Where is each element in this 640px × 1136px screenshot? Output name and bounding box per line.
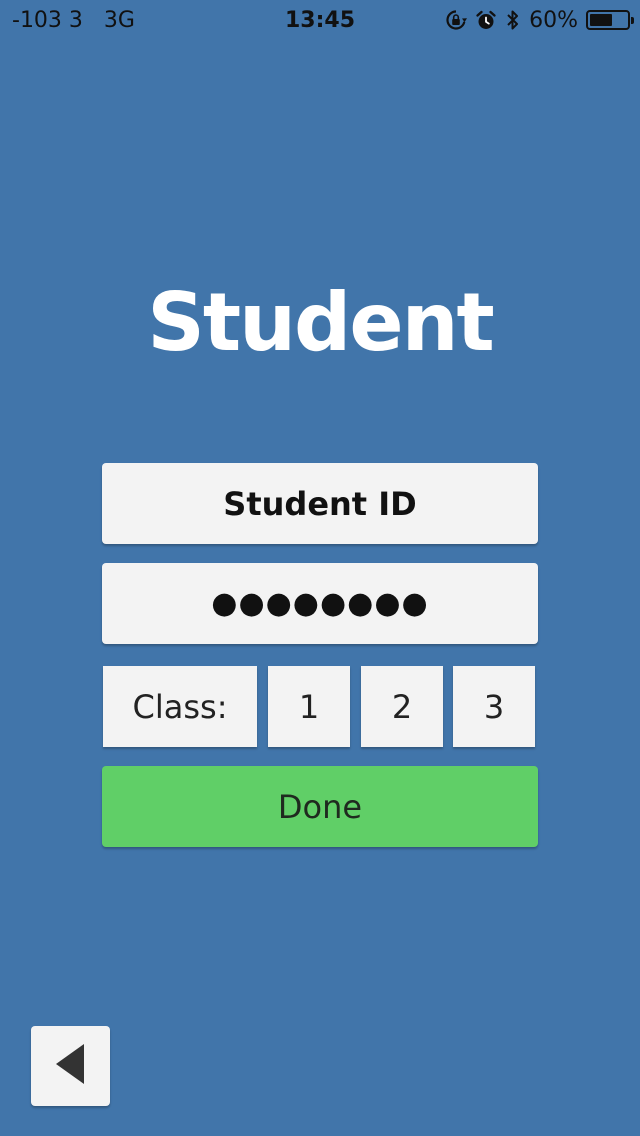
class-selector: Class: 1 2 3 bbox=[0, 666, 640, 748]
back-triangle-icon bbox=[54, 1042, 88, 1090]
class-label: Class: bbox=[103, 666, 257, 747]
class-option-3[interactable]: 3 bbox=[453, 666, 535, 747]
rotation-lock-icon bbox=[445, 9, 468, 31]
class-option-1[interactable]: 1 bbox=[268, 666, 350, 747]
bluetooth-icon bbox=[505, 8, 521, 32]
back-button[interactable] bbox=[31, 1026, 110, 1106]
battery-icon bbox=[586, 10, 634, 30]
done-button[interactable]: Done bbox=[102, 766, 538, 847]
status-icons: 60% bbox=[445, 6, 634, 34]
password-field[interactable]: ●●●●●●●● bbox=[102, 563, 538, 644]
battery-cap bbox=[631, 17, 634, 24]
student-id-field[interactable]: Student ID bbox=[102, 463, 538, 544]
alarm-icon bbox=[475, 9, 497, 31]
battery-fill bbox=[590, 14, 612, 26]
class-option-2[interactable]: 2 bbox=[361, 666, 443, 747]
status-bar: -103 3 3G 13:45 60% bbox=[0, 0, 640, 40]
page-title: Student bbox=[147, 276, 495, 369]
battery-percent: 60% bbox=[529, 7, 578, 33]
